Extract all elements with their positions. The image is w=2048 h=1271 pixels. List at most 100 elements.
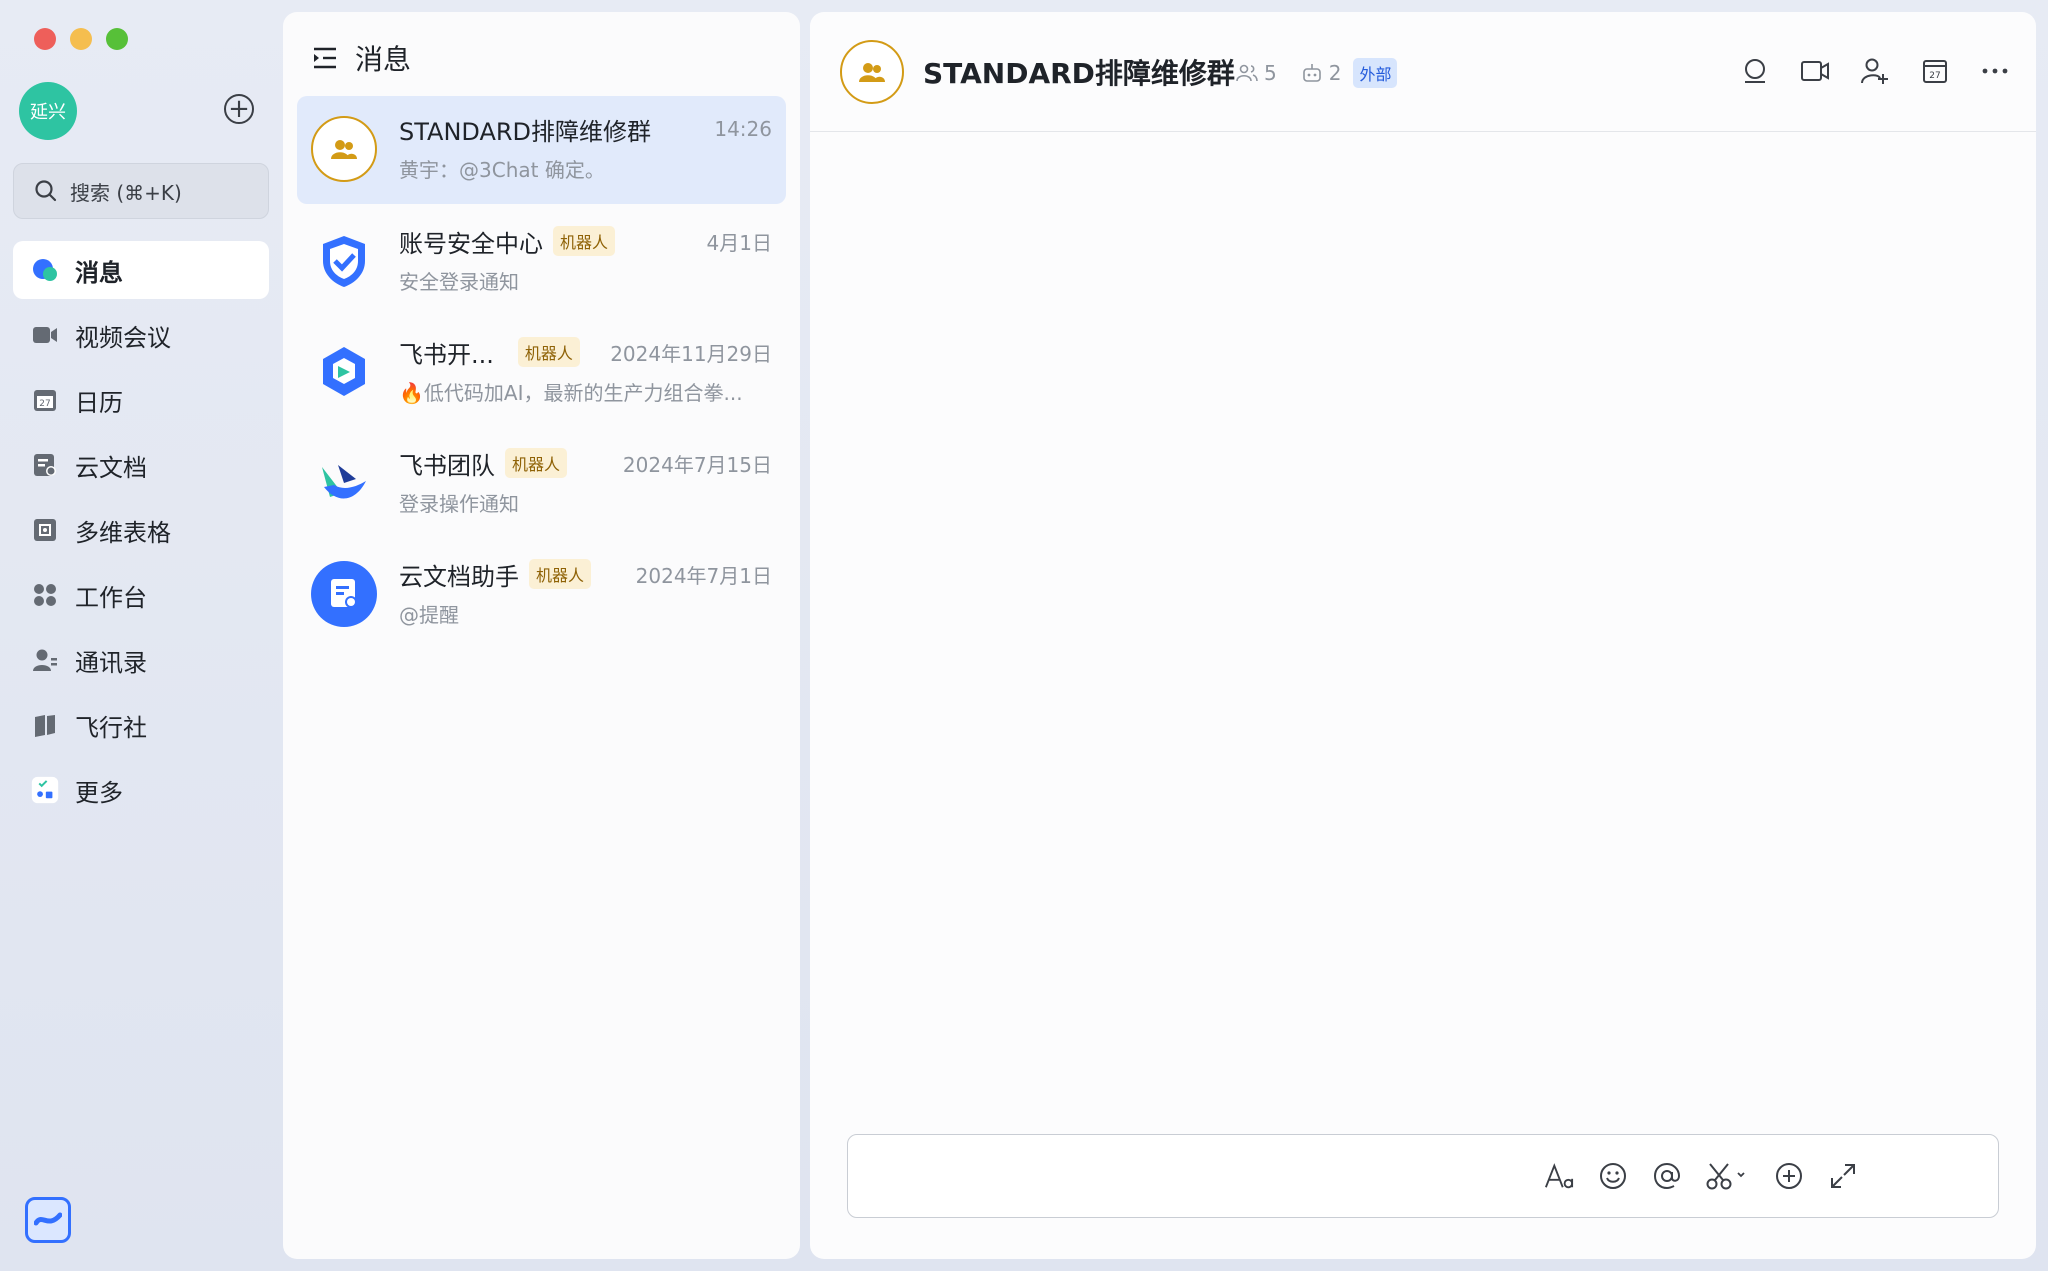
workplace-grid-icon xyxy=(31,581,59,609)
conversation-name: 云文档助手 xyxy=(399,562,519,591)
group-icon xyxy=(859,63,885,82)
user-avatar[interactable]: 延兴 xyxy=(19,82,77,140)
conversation-name: 飞书团队 xyxy=(399,451,495,480)
nav-item-cloud-docs[interactable]: 云文档 xyxy=(13,436,269,494)
conversation-item[interactable]: 飞书开... 机器人 2024年11月29日 🔥低代码加AI，最新的生产力组合拳… xyxy=(297,319,786,427)
nav-label: 飞行社 xyxy=(75,713,147,742)
nav-list: 消息 视频会议 27 日历 云文档 多维表格 工作台 通讯录 飞行社 更多 xyxy=(13,241,269,826)
account-security-avatar xyxy=(311,228,377,294)
calendar-button[interactable]: 27 xyxy=(1920,56,1950,86)
mention-button[interactable] xyxy=(1652,1159,1682,1193)
header-actions: 27 xyxy=(1740,56,2010,86)
chat-title[interactable]: STANDARD排障维修群 xyxy=(923,52,1235,92)
cloud-doc-icon xyxy=(331,579,357,608)
nav-item-contacts[interactable]: 通讯录 xyxy=(13,631,269,689)
conversation-item[interactable]: 云文档助手 机器人 2024年7月1日 @提醒 xyxy=(297,541,786,649)
nav-item-workplace[interactable]: 工作台 xyxy=(13,566,269,624)
nav-item-messages[interactable]: 消息 xyxy=(13,241,269,299)
conversation-item[interactable]: 账号安全中心 机器人 4月1日 安全登录通知 xyxy=(297,208,786,316)
emoji-icon xyxy=(1600,1163,1626,1189)
feishu-team-avatar xyxy=(311,450,377,516)
at-sign-icon xyxy=(1653,1162,1681,1190)
feishu-team-icon xyxy=(322,465,366,499)
nav-item-more[interactable]: 更多 xyxy=(13,761,269,819)
add-member-button[interactable] xyxy=(1860,56,1890,86)
video-call-button[interactable] xyxy=(1800,56,1830,86)
bot-badge: 机器人 xyxy=(517,337,580,367)
plus-circle-icon xyxy=(1776,1163,1802,1189)
search-icon xyxy=(35,180,57,202)
feishu-logo-button[interactable] xyxy=(25,1197,71,1243)
shield-icon xyxy=(323,236,365,287)
scissors-icon xyxy=(1706,1163,1745,1190)
svg-text:27: 27 xyxy=(1929,71,1940,81)
calendar-icon: 27 xyxy=(31,386,59,414)
nav-item-flight-club[interactable]: 飞行社 xyxy=(13,696,269,754)
add-person-icon xyxy=(1861,58,1888,84)
external-badge: 外部 xyxy=(1353,58,1398,88)
collapse-sidebar-icon[interactable] xyxy=(311,45,339,71)
nav-label: 云文档 xyxy=(75,453,147,482)
nav-label: 视频会议 xyxy=(75,323,171,352)
more-attachments-button[interactable] xyxy=(1774,1159,1804,1193)
chat-meta: 5 2 外部 xyxy=(1236,58,1398,88)
group-icon xyxy=(331,140,357,159)
search-box[interactable]: 搜索 (⌘+K) xyxy=(13,163,269,219)
search-chat-button[interactable] xyxy=(1740,56,1770,86)
nav-label: 日历 xyxy=(75,388,123,417)
conversation-preview: 安全登录通知 xyxy=(399,270,519,294)
bot-icon[interactable] xyxy=(1301,63,1323,83)
nav-label: 更多 xyxy=(75,778,123,807)
conversation-name: STANDARD排障维修群 xyxy=(399,117,652,146)
composer-toolbar xyxy=(1544,1159,1858,1193)
conversation-item[interactable]: 飞书团队 机器人 2024年7月15日 登录操作通知 xyxy=(297,430,786,538)
cloud-doc-icon xyxy=(31,451,59,479)
list-title: 消息 xyxy=(355,43,412,76)
members-icon[interactable] xyxy=(1236,64,1258,82)
conversation-preview: @提醒 xyxy=(399,603,459,627)
conversation-item[interactable]: STANDARD排障维修群 14:26 黄宇：@3Chat 确定。 xyxy=(297,96,786,204)
expand-editor-button[interactable] xyxy=(1828,1159,1858,1193)
chat-header: STANDARD排障维修群 5 2 外部 27 xyxy=(810,12,2036,132)
chat-group-avatar[interactable] xyxy=(840,40,904,104)
search-placeholder: 搜索 (⌘+K) xyxy=(70,180,182,205)
nav-item-base[interactable]: 多维表格 xyxy=(13,501,269,559)
conversation-time: 2024年7月1日 xyxy=(635,563,772,588)
flight-club-icon xyxy=(31,711,59,739)
feishu-logo-icon xyxy=(34,1212,62,1226)
chat-panel: STANDARD排障维修群 5 2 外部 27 xyxy=(810,12,2036,1259)
emoji-button[interactable] xyxy=(1598,1159,1628,1193)
open-platform-icon xyxy=(323,347,365,396)
conversation-name: 飞书开... xyxy=(399,340,494,369)
conversation-time: 4月1日 xyxy=(706,230,772,255)
nav-label: 消息 xyxy=(75,258,123,287)
nav-label: 多维表格 xyxy=(75,518,171,547)
nav-item-video-meeting[interactable]: 视频会议 xyxy=(13,306,269,364)
conversation-preview: 🔥低代码加AI，最新的生产力组合拳... xyxy=(399,381,743,405)
more-horizontal-icon xyxy=(1982,68,2008,74)
bot-badge: 机器人 xyxy=(529,559,592,589)
base-table-icon xyxy=(31,516,59,544)
bot-badge: 机器人 xyxy=(505,448,568,478)
conversation-list-panel: 消息 STANDARD排障维修群 14:26 黄宇：@3Chat 确定。 账号安… xyxy=(283,12,800,1259)
list-header: 消息 xyxy=(311,38,411,78)
nav-label: 通讯录 xyxy=(75,648,147,677)
chat-bubble-icon xyxy=(31,256,59,284)
text-format-icon xyxy=(1545,1163,1574,1189)
video-camera-icon xyxy=(1801,61,1829,81)
expand-icon xyxy=(1831,1164,1855,1188)
message-input[interactable] xyxy=(847,1134,1999,1218)
conversation-time: 2024年11月29日 xyxy=(610,341,772,366)
create-button[interactable]: + xyxy=(224,94,254,124)
group-avatar xyxy=(311,116,377,182)
more-options-button[interactable] xyxy=(1980,56,2010,86)
more-apps-icon xyxy=(31,776,59,804)
text-format-button[interactable] xyxy=(1544,1159,1574,1193)
screenshot-button[interactable] xyxy=(1706,1159,1750,1193)
doc-assistant-avatar xyxy=(311,561,377,627)
nav-item-calendar[interactable]: 27 日历 xyxy=(13,371,269,429)
conversation-preview: 登录操作通知 xyxy=(399,492,519,516)
sidebar: 延兴 + 搜索 (⌘+K) 消息 视频会议 27 日历 云文档 多维表格 工作台… xyxy=(0,0,283,1271)
conversation-time: 2024年7月15日 xyxy=(622,452,772,477)
bot-count: 2 xyxy=(1328,61,1342,85)
